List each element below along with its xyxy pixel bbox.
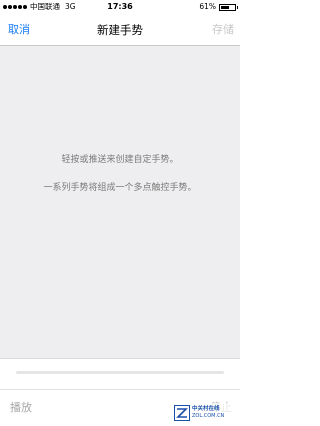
watermark-name: 中关村在线 (192, 406, 220, 412)
signal-strength-icon (3, 5, 27, 9)
watermark-url: ZOL.COM.CN (192, 413, 225, 419)
cancel-button[interactable]: 取消 (8, 23, 30, 37)
gesture-canvas[interactable]: 轻按或推送来创建自定手势。 一系列手势将组成一个多点触控手势。 (0, 46, 240, 358)
page-title: 新建手势 (97, 23, 143, 37)
save-button[interactable]: 存储 (212, 23, 234, 37)
network-type: 3G (65, 2, 76, 11)
gesture-instruction-tap: 轻按或推送来创建自定手势。 (61, 155, 179, 165)
status-bar: 中国联通 3G 17:36 61% (0, 0, 240, 14)
battery-level-fill (221, 5, 229, 9)
toolbar-divider (0, 389, 240, 390)
carrier-info: 中国联通 3G (3, 2, 76, 12)
navigation-bar: 取消 新建手势 存储 (0, 14, 240, 46)
carrier-name: 中国联通 (30, 2, 60, 11)
gesture-progress-bar (16, 371, 224, 374)
battery-info: 61% (199, 2, 238, 12)
zol-watermark: 中关村在线 ZOL.COM.CN (174, 403, 238, 423)
play-button[interactable]: 播放 (10, 401, 32, 415)
battery-icon (219, 3, 238, 11)
battery-percent: 61% (199, 2, 216, 11)
gesture-instruction-multitouch: 一系列手势将组成一个多点触控手势。 (43, 183, 197, 193)
zol-logo-icon (174, 405, 190, 421)
